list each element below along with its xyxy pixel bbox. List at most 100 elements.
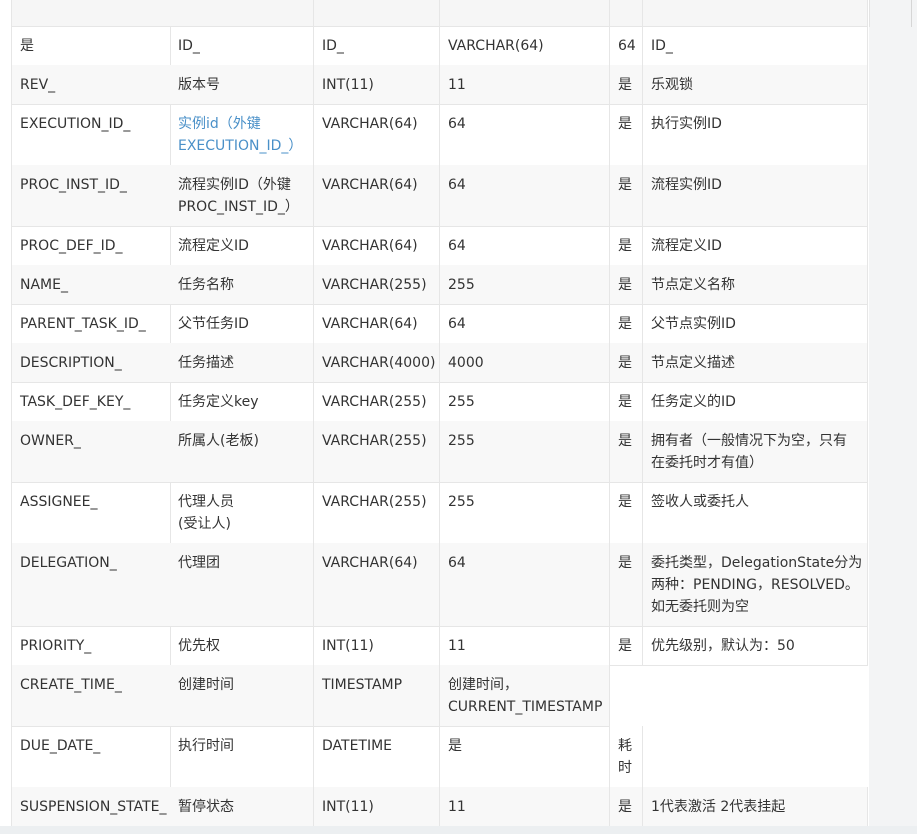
table-cell: DESCRIPTION_ xyxy=(11,343,171,383)
table-cell: 是 xyxy=(610,65,643,105)
table-cell: 创建时间， CURRENT_TIMESTAMP xyxy=(440,665,610,727)
table-cell: 流程实例ID（外键 PROC_INST_ID_） xyxy=(170,165,314,227)
table-cell: 代理人员 (受让人) xyxy=(170,482,314,544)
table-cell: 是 xyxy=(610,382,643,422)
table-cell: 11 xyxy=(440,65,610,105)
table-cell: 是 xyxy=(610,421,643,483)
table-cell: TIMESTAMP xyxy=(314,665,440,727)
table-cell: 是 xyxy=(610,626,643,666)
table-cell: 流程实例ID xyxy=(643,165,868,227)
table-cell: 代理团 xyxy=(170,543,314,627)
table-cell: EXECUTION_ID_ xyxy=(11,104,171,166)
table-cell: DATETIME xyxy=(314,726,440,788)
table-cell: 任务名称 xyxy=(170,265,314,305)
table-cell: VARCHAR(255) xyxy=(314,482,440,544)
table-cell: 流程定义ID xyxy=(643,226,868,266)
table-cell: PRIORITY_ xyxy=(11,626,171,666)
table-cell: 耗时 xyxy=(610,726,643,788)
table-cell: TASK_DEF_KEY_ xyxy=(11,382,171,422)
table-cell: PARENT_TASK_ID_ xyxy=(11,304,171,344)
table-cell: NAME_ xyxy=(11,265,171,305)
table-cell: 是 xyxy=(610,343,643,383)
table-cell[interactable]: 实例id（外键 EXECUTION_ID_） xyxy=(170,104,314,166)
table-cell: 所属人(老板) xyxy=(170,421,314,483)
table-cell: DELEGATION_ xyxy=(11,543,171,627)
table-cell: INT(11) xyxy=(314,626,440,666)
header-cell xyxy=(610,0,643,27)
table-cell: 任务描述 xyxy=(170,343,314,383)
header-cell xyxy=(314,0,440,27)
bottom-margin xyxy=(0,826,917,834)
table-cell: 委托类型，DelegationState分为 两种：PENDING，RESOLVE… xyxy=(643,543,868,627)
table-cell: VARCHAR(255) xyxy=(314,265,440,305)
table-cell: VARCHAR(64) xyxy=(440,26,610,66)
header-cell xyxy=(11,0,171,27)
table-cell: 11 xyxy=(440,787,610,827)
table-cell: 是 xyxy=(610,304,643,344)
table-cell: PROC_DEF_ID_ xyxy=(11,226,171,266)
table-cell: 是 xyxy=(610,265,643,305)
table-cell: VARCHAR(64) xyxy=(314,304,440,344)
table-cell: 父节任务ID xyxy=(170,304,314,344)
table-cell: 暂停状态 xyxy=(170,787,314,827)
table-cell: VARCHAR(64) xyxy=(314,104,440,166)
header-cell xyxy=(440,0,610,27)
table-cell: 4000 xyxy=(440,343,610,383)
table-cell: 任务定义key xyxy=(170,382,314,422)
table-cell: 节点定义描述 xyxy=(643,343,868,383)
table-cell: 11 xyxy=(440,626,610,666)
table-cell: ID_ xyxy=(643,26,868,66)
table-cell: 是 xyxy=(610,165,643,227)
table-cell: 创建时间 xyxy=(170,665,314,727)
table-cell: 64 xyxy=(440,104,610,166)
table-cell: 64 xyxy=(440,226,610,266)
table-cell: 1代表激活 2代表挂起 xyxy=(643,787,868,827)
table-cell: 是 xyxy=(610,104,643,166)
table-cell: 255 xyxy=(440,482,610,544)
table-cell: 拥有者（一般情况下为空，只有 在委托时才有值） xyxy=(643,421,868,483)
table-cell: 版本号 xyxy=(170,65,314,105)
table-cell: VARCHAR(255) xyxy=(314,382,440,422)
table-cell: VARCHAR(64) xyxy=(314,226,440,266)
table-cell: 64 xyxy=(440,304,610,344)
table-cell: ASSIGNEE_ xyxy=(11,482,171,544)
table-cell: 执行时间 xyxy=(170,726,314,788)
table-cell: 64 xyxy=(440,165,610,227)
table-cell: SUSPENSION_STATE_ xyxy=(11,787,171,827)
table-cell: 优先权 xyxy=(170,626,314,666)
table-cell: 优先级别，默认为：50 xyxy=(643,626,868,666)
table-cell: OWNER_ xyxy=(11,421,171,483)
header-cell xyxy=(170,0,314,27)
table-cell: 签收人或委托人 xyxy=(643,482,868,544)
table-cell: CREATE_TIME_ xyxy=(11,665,171,727)
table-cell: 是 xyxy=(11,26,171,66)
table-cell: INT(11) xyxy=(314,787,440,827)
table-cell: 乐观锁 xyxy=(643,65,868,105)
table-cell: 节点定义名称 xyxy=(643,265,868,305)
table-cell: VARCHAR(4000) xyxy=(314,343,440,383)
table-cell: ID_ xyxy=(314,26,440,66)
table-cell: VARCHAR(255) xyxy=(314,421,440,483)
table-cell: 是 xyxy=(610,787,643,827)
table-cell: REV_ xyxy=(11,65,171,105)
table-cell: 流程定义ID xyxy=(170,226,314,266)
table-cell: VARCHAR(64) xyxy=(314,543,440,627)
table-cell: VARCHAR(64) xyxy=(314,165,440,227)
right-margin xyxy=(869,0,917,834)
table-cell: PROC_INST_ID_ xyxy=(11,165,171,227)
document-page: 是 ID_ ID_ VARCHAR(64) 64 ID_ REV_ 版本号 INT(11) 11 是… xyxy=(0,0,917,834)
table-cell: INT(11) xyxy=(314,65,440,105)
table-cell: 255 xyxy=(440,421,610,483)
table-cell: 任务定义的ID xyxy=(643,382,868,422)
table-cell: 是 xyxy=(440,726,610,788)
table-cell: 父节点实例ID xyxy=(643,304,868,344)
table-cell: 是 xyxy=(610,226,643,266)
table-cell: 255 xyxy=(440,382,610,422)
table-cell: 是 xyxy=(610,482,643,544)
header-cell xyxy=(643,0,868,27)
table-cell: 64 xyxy=(440,543,610,627)
table-cell: DUE_DATE_ xyxy=(11,726,171,788)
table-cell: 执行实例ID xyxy=(643,104,868,166)
table-cell: 64 xyxy=(610,26,643,66)
table-cell: ID_ xyxy=(170,26,314,66)
